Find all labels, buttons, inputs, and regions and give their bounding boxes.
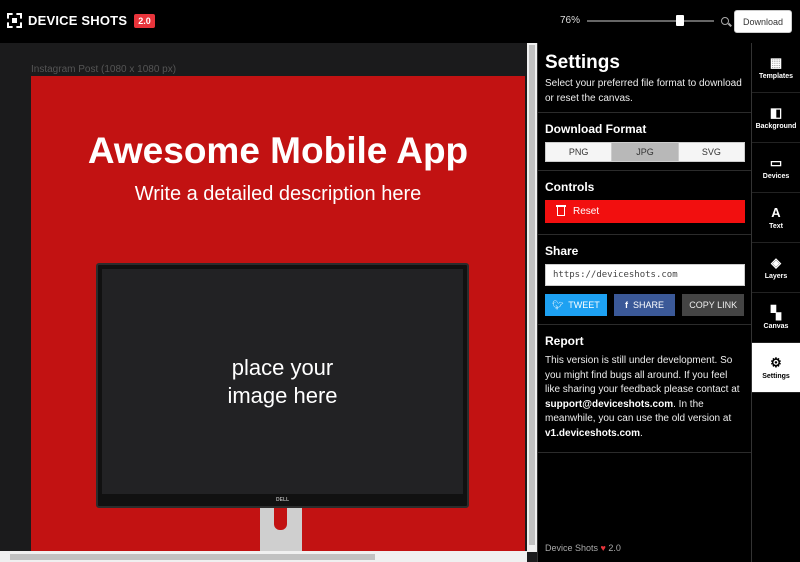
copy-link-button[interactable]: COPY LINK xyxy=(682,294,745,316)
format-jpg-option[interactable]: JPG xyxy=(612,143,679,161)
zoom-icon xyxy=(721,17,729,25)
share-button-label: SHARE xyxy=(633,300,665,310)
nav-settings-label: Settings xyxy=(762,373,790,380)
nav-text[interactable]: A Text xyxy=(752,193,800,243)
nav-background-label: Background xyxy=(755,123,797,130)
format-png-option[interactable]: PNG xyxy=(546,143,613,161)
zoom-slider[interactable] xyxy=(587,20,714,22)
footer-name: Device Shots xyxy=(545,543,599,553)
nav-devices-label: Devices xyxy=(762,173,790,180)
share-section: Share https://deviceshots.com 🐦︎ TWEET f… xyxy=(538,235,751,325)
nav-canvas[interactable]: ▚ Canvas xyxy=(752,293,800,343)
background-icon: ◧ xyxy=(769,105,783,120)
device-brand: DELL xyxy=(276,497,290,503)
image-placeholder[interactable]: place your image here xyxy=(227,354,337,410)
nav-background[interactable]: ◧ Background xyxy=(752,93,800,143)
controls-title: Controls xyxy=(545,180,595,194)
canvas-headline[interactable]: Awesome Mobile App xyxy=(31,130,525,172)
canvas[interactable]: Awesome Mobile App Write a detailed desc… xyxy=(31,76,525,556)
report-section: Report This version is still under devel… xyxy=(538,325,751,453)
nav-devices[interactable]: ▭ Devices xyxy=(752,143,800,193)
settings-panel: Settings Select your preferred file form… xyxy=(537,43,751,562)
vertical-scrollbar[interactable] xyxy=(527,43,537,552)
canvas-size-label: Instagram Post (1080 x 1080 px) xyxy=(31,64,177,75)
controls-section: Controls Reset xyxy=(538,171,751,235)
download-button[interactable]: Download xyxy=(734,10,792,33)
templates-icon: ▦ xyxy=(769,55,783,70)
nav-text-label: Text xyxy=(769,223,783,230)
report-end: . xyxy=(640,427,643,439)
settings-icon: ⚙ xyxy=(770,355,782,370)
share-title: Share xyxy=(545,244,579,258)
reset-button-label: Reset xyxy=(573,206,600,217)
nav-templates[interactable]: ▦ Templates xyxy=(752,43,800,93)
workspace: Instagram Post (1080 x 1080 px) Awesome … xyxy=(0,43,537,562)
twitter-icon: 🐦︎ xyxy=(551,299,564,310)
download-format-title: Download Format xyxy=(545,122,647,136)
zoom-level: 76% xyxy=(560,15,581,26)
version-badge: 2.0 xyxy=(134,13,155,28)
reset-button[interactable]: Reset xyxy=(545,200,745,223)
logo[interactable]: DEVICE SHOTS 2.0 xyxy=(7,13,155,28)
share-url-field[interactable]: https://deviceshots.com xyxy=(545,264,745,286)
horizontal-scrollbar[interactable] xyxy=(0,551,527,562)
nav-templates-label: Templates xyxy=(758,73,794,80)
facebook-share-button[interactable]: f SHARE xyxy=(613,294,676,316)
horizontal-scroll-thumb[interactable] xyxy=(10,554,375,560)
devices-icon: ▭ xyxy=(769,155,783,170)
report-title: Report xyxy=(545,334,584,348)
support-email-link[interactable]: support@deviceshots.com xyxy=(545,399,673,410)
tweet-button[interactable]: 🐦︎ TWEET xyxy=(545,294,607,316)
nav-settings[interactable]: ⚙ Settings xyxy=(752,343,800,393)
monitor-stand-cutout xyxy=(274,508,287,530)
report-intro: This version is still under development.… xyxy=(545,355,740,396)
settings-header: Settings Select your preferred file form… xyxy=(538,43,751,113)
text-icon: A xyxy=(771,205,781,220)
logo-icon xyxy=(7,13,22,28)
layers-icon: ◈ xyxy=(771,255,781,270)
canvas-subline[interactable]: Write a detailed description here xyxy=(31,183,525,206)
old-version-link[interactable]: v1.deviceshots.com xyxy=(545,428,640,439)
settings-description: Select your preferred file format to dow… xyxy=(545,78,742,104)
tweet-button-label: TWEET xyxy=(568,300,600,310)
heart-icon: ♥ xyxy=(600,543,606,553)
facebook-icon: f xyxy=(625,300,628,310)
footer-version: 2.0 xyxy=(608,543,621,553)
format-svg-option[interactable]: SVG xyxy=(678,143,744,161)
zoom-slider-handle[interactable] xyxy=(676,15,684,26)
device-screen[interactable]: place your image here xyxy=(102,269,463,494)
top-bar: DEVICE SHOTS 2.0 76% Download xyxy=(0,0,800,43)
canvas-icon: ▚ xyxy=(771,305,781,320)
format-selector: PNG JPG SVG xyxy=(545,142,745,162)
nav-layers-label: Layers xyxy=(764,273,788,280)
nav-layers[interactable]: ◈ Layers xyxy=(752,243,800,293)
nav-canvas-label: Canvas xyxy=(763,323,789,330)
side-nav: ▦ Templates ◧ Background ▭ Devices A Tex… xyxy=(751,43,800,562)
footer: Device Shots ♥ 2.0 xyxy=(545,543,621,553)
device-monitor[interactable]: place your image here DELL xyxy=(96,263,469,508)
app-name: DEVICE SHOTS xyxy=(28,13,128,28)
monitor-stand xyxy=(260,508,302,556)
download-format-section: Download Format PNG JPG SVG xyxy=(538,113,751,171)
trash-icon xyxy=(556,205,566,216)
settings-title: Settings xyxy=(545,52,620,73)
report-text: This version is still under development.… xyxy=(545,354,744,452)
vertical-scroll-thumb[interactable] xyxy=(529,45,535,545)
share-buttons: 🐦︎ TWEET f SHARE COPY LINK xyxy=(545,286,745,324)
